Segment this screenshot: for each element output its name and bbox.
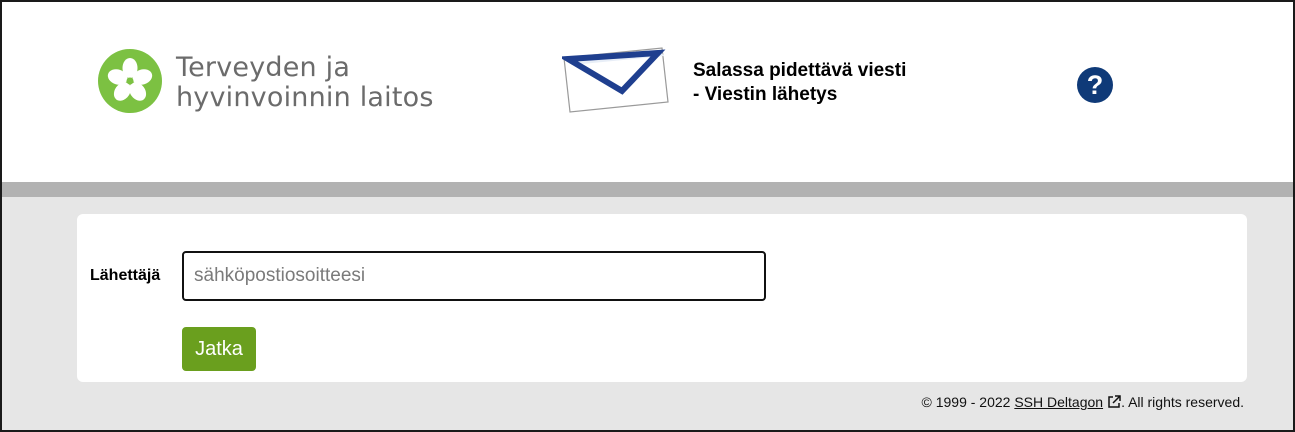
page-title-line1: Salassa pidettävä viesti	[693, 60, 907, 81]
footer: © 1999 - 2022 SSH Deltagon . All rights …	[922, 393, 1244, 411]
org-name: Terveyden ja hyvinvoinnin laitos	[176, 53, 434, 113]
org-name-line1: Terveyden ja	[176, 52, 351, 83]
thl-logo-icon	[98, 49, 162, 113]
page-frame: Terveyden ja hyvinvoinnin laitos Salassa…	[0, 0, 1295, 432]
external-link-icon	[1108, 395, 1121, 408]
rights-text: . All rights reserved.	[1121, 394, 1244, 410]
header-divider	[2, 182, 1293, 197]
header: Terveyden ja hyvinvoinnin laitos Salassa…	[2, 2, 1293, 182]
org-name-line2: hyvinvoinnin laitos	[176, 82, 434, 113]
continue-button[interactable]: Jatka	[182, 327, 256, 371]
envelope-icon	[562, 47, 669, 113]
copyright-text: © 1999 - 2022	[921, 394, 1011, 410]
page-title: Salassa pidettävä viesti - Viestin lähet…	[693, 59, 906, 107]
page-title-line2: - Viestin lähetys	[693, 84, 838, 105]
sender-label: Lähettäjä	[90, 267, 161, 284]
help-icon[interactable]: ?	[1077, 67, 1113, 103]
email-input[interactable]	[182, 251, 766, 301]
vendor-link[interactable]: SSH Deltagon	[1014, 394, 1103, 410]
